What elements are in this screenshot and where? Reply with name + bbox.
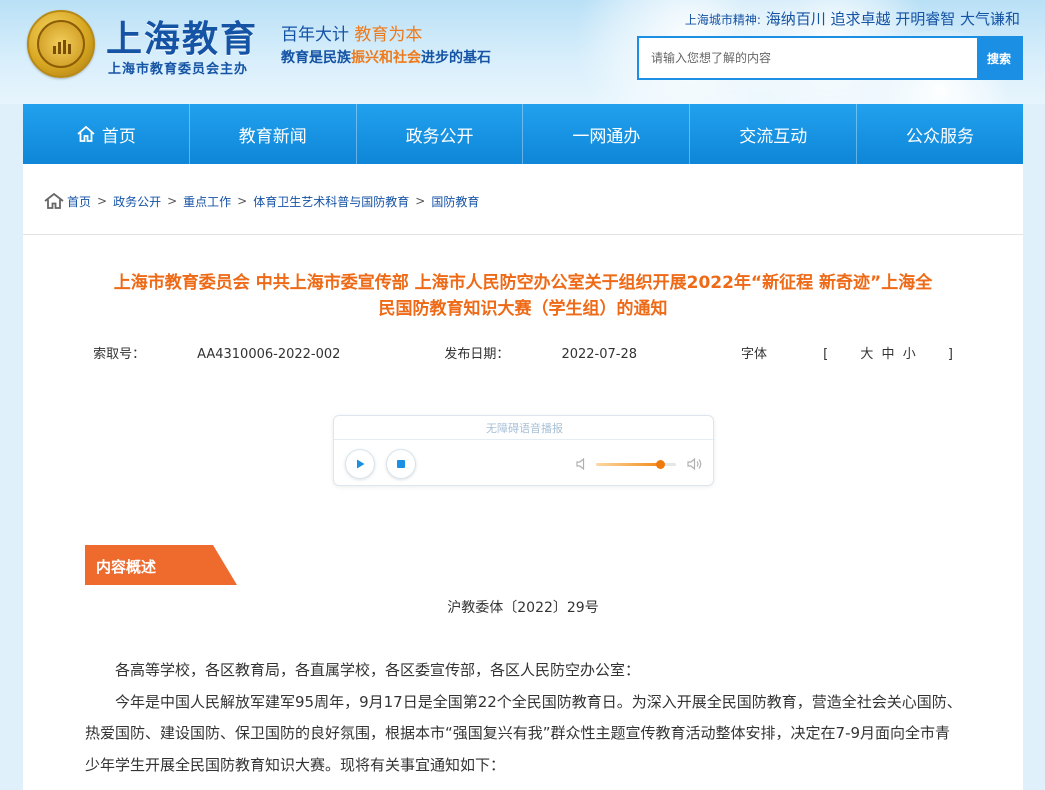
nav-item-label: 交流互动: [739, 126, 808, 147]
nav-item-home[interactable]: 首页: [23, 104, 190, 164]
publish-date: 发布日期： 2022-07-28: [418, 343, 663, 362]
slogan-primary-a: 百年大计: [281, 25, 349, 45]
breadcrumb-separator: >: [97, 194, 108, 208]
site-name[interactable]: 上海教育: [106, 10, 258, 62]
audio-player: 无障碍语音播报: [333, 415, 715, 486]
divider: [23, 234, 1023, 235]
date-value: 2022-07-28: [561, 347, 637, 362]
index-value: AA4310006-2022-002: [197, 347, 341, 362]
slogan-secondary-c: 进步的基石: [421, 50, 491, 66]
slogan-secondary-b: 振兴和社会: [351, 50, 421, 66]
breadcrumb-separator: >: [415, 194, 426, 208]
breadcrumb-government-affairs[interactable]: 政务公开: [113, 193, 161, 210]
nav-item-label: 教育新闻: [238, 126, 307, 147]
play-button[interactable]: [345, 449, 375, 479]
site-header: 上海教育 上海市教育委员会主办 百年大计 教育为本 教育是民族振兴和社会进步的基…: [0, 0, 1045, 104]
breadcrumb-key-work[interactable]: 重点工作: [183, 193, 231, 210]
content-panel: 首页 > 政务公开 > 重点工作 > 体育卫生艺术科普与国防教育 > 国防教育 …: [23, 164, 1023, 790]
audio-player-title: 无障碍语音播报: [486, 422, 563, 435]
index-number: 索取号： AA4310006-2022-002: [67, 343, 366, 362]
slogan-primary: 百年大计 教育为本: [281, 20, 422, 45]
city-spirit-label: 上海城市精神:: [684, 13, 761, 27]
nav-item-label: 首页: [101, 126, 136, 147]
font-size-small[interactable]: 小: [903, 347, 916, 362]
nav-item-one-stop-service[interactable]: 一网通办: [523, 104, 691, 164]
font-size-medium[interactable]: 中: [882, 347, 895, 362]
font-size-switcher: 字体 [ 大 中 小 ]: [715, 343, 979, 362]
nav-item-government-affairs[interactable]: 政务公开: [357, 104, 524, 164]
breadcrumb-separator: >: [167, 194, 178, 208]
stop-icon: [397, 460, 405, 468]
nav-item-interaction[interactable]: 交流互动: [690, 104, 858, 164]
stop-button[interactable]: [386, 449, 416, 479]
site-subtitle: 上海市教育委员会主办: [108, 62, 249, 77]
font-size-large[interactable]: 大: [860, 347, 873, 362]
summary-tag: 内容概述: [85, 545, 237, 585]
article-meta: 索取号： AA4310006-2022-002 发布日期： 2022-07-28 字…: [23, 343, 1023, 362]
nav-item-label: 公众服务: [906, 126, 975, 147]
nav-item-public-service[interactable]: 公众服务: [857, 104, 1023, 164]
breadcrumb-defense-education[interactable]: 国防教育: [431, 193, 479, 210]
article-title-line: 民国防教育知识大赛（学生组）的通知: [378, 299, 668, 319]
nav-item-label: 政务公开: [405, 126, 474, 147]
volume-mute-icon[interactable]: [575, 457, 589, 471]
bracket: [: [823, 347, 829, 362]
nav-item-label: 一网通办: [572, 126, 641, 147]
article-paragraph: 今年是中国人民解放军建军95周年，9月17日是全国第22个全民国防教育日。为深入…: [85, 692, 962, 774]
article-paragraph: 各高等学校，各区教育局，各直属学校，各区委宣传部，各区人民防空办公室：: [115, 661, 641, 679]
font-size-label: 字体: [741, 347, 768, 362]
home-icon: [44, 192, 64, 209]
play-icon: [357, 459, 365, 469]
search-button[interactable]: 搜索: [977, 38, 1021, 78]
city-spirit-text: 海纳百川 追求卓越 开明睿智 大气谦和: [765, 10, 1020, 28]
nav-item-education-news[interactable]: 教育新闻: [190, 104, 357, 164]
article-title: 上海市教育委员会 中共上海市委宣传部 上海市人民防空办公室关于组织开展2022年…: [33, 270, 1013, 322]
home-icon: [77, 125, 95, 142]
date-label: 发布日期：: [444, 347, 510, 362]
main-nav: 首页 教育新闻 政务公开 一网通办 交流互动 公众服务: [23, 104, 1023, 164]
document-number: 沪教委体〔2022〕29号: [447, 600, 599, 616]
bracket: ]: [947, 347, 953, 362]
volume-slider[interactable]: [596, 460, 676, 469]
playback-progress-bar[interactable]: [334, 439, 715, 440]
site-logo-icon[interactable]: [27, 10, 95, 78]
article-body: 各高等学校，各区教育局，各直属学校，各区委宣传部，各区人民防空办公室： 今年是中…: [85, 655, 965, 781]
breadcrumb-separator: >: [237, 194, 248, 208]
slogan-secondary-a: 教育是民族: [281, 50, 351, 66]
search-input[interactable]: [639, 38, 977, 78]
index-label: 索取号：: [93, 347, 146, 362]
article-title-line: 上海市教育委员会 中共上海市委宣传部 上海市人民防空办公室关于组织开展2022年…: [113, 273, 933, 293]
breadcrumb-sports-health[interactable]: 体育卫生艺术科普与国防教育: [253, 193, 409, 210]
volume-slider-handle[interactable]: [656, 460, 665, 469]
slogan-primary-b: 教育为本: [354, 25, 423, 45]
breadcrumb-home[interactable]: 首页: [67, 193, 91, 210]
search-box: 搜索: [637, 36, 1023, 80]
breadcrumb: 首页 > 政务公开 > 重点工作 > 体育卫生艺术科普与国防教育 > 国防教育: [43, 191, 479, 211]
city-spirit: 上海城市精神: 海纳百川 追求卓越 开明睿智 大气谦和: [685, 8, 1020, 29]
volume-up-icon[interactable]: [686, 457, 704, 471]
volume-slider-fill: [596, 463, 660, 466]
slogan-secondary: 教育是民族振兴和社会进步的基石: [281, 47, 491, 67]
